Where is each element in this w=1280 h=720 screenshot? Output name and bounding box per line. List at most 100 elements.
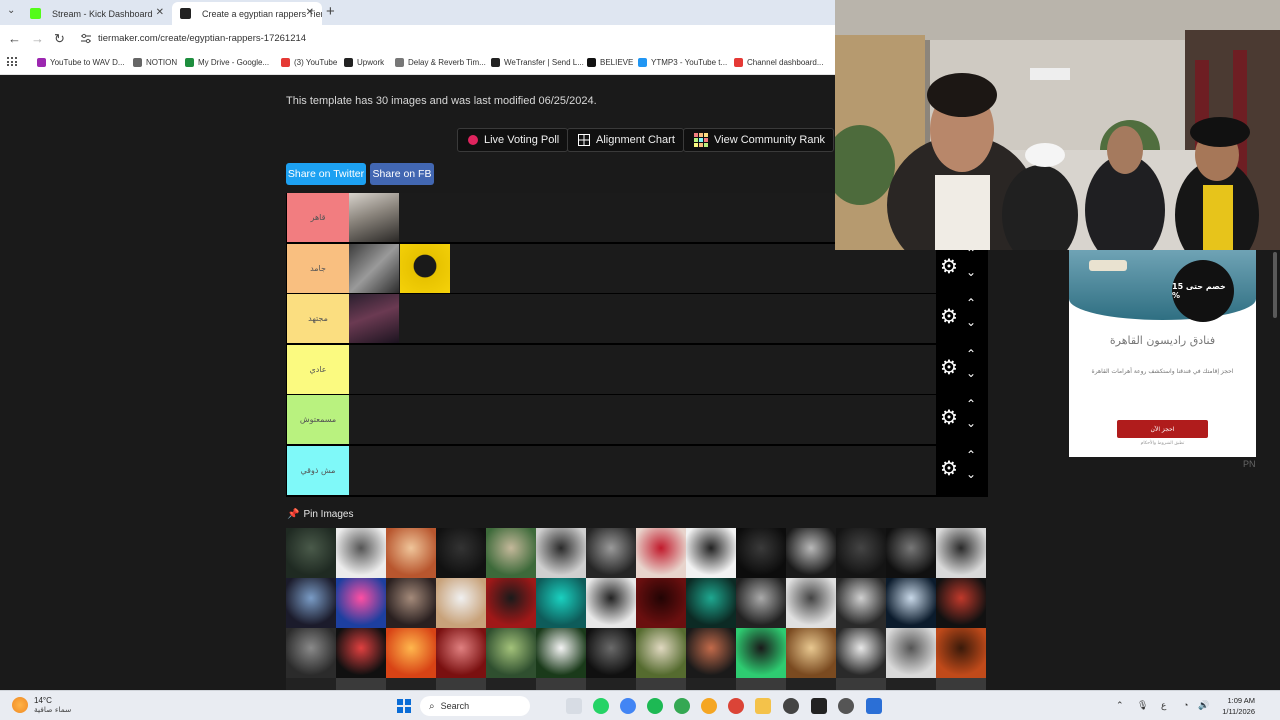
rapper-image[interactable] [586, 628, 636, 678]
rapper-image[interactable] [436, 578, 486, 628]
rapper-image[interactable] [336, 578, 386, 628]
rapper-image[interactable] [286, 528, 336, 578]
close-tab-icon[interactable]: ✕ [156, 7, 164, 18]
rapper-image[interactable] [836, 528, 886, 578]
rapper-image[interactable] [636, 628, 686, 678]
whatsapp-icon[interactable] [593, 698, 609, 714]
rapper-image[interactable] [336, 528, 386, 578]
app-icon[interactable] [866, 698, 882, 714]
rapper-image[interactable] [286, 678, 336, 690]
chevron-up-icon[interactable]: ⌃ [966, 449, 976, 461]
chevron-down-icon[interactable]: ⌄ [966, 316, 976, 328]
folder-icon[interactable] [755, 698, 771, 714]
start-button[interactable] [397, 699, 411, 713]
app-icon[interactable] [674, 698, 690, 714]
rapper-image[interactable] [436, 678, 486, 690]
clock[interactable]: 1:09 AM 1/11/2026 [1213, 695, 1255, 717]
bookmark-item[interactable]: WeTransfer | Send L... [491, 58, 584, 67]
chevron-up-icon[interactable]: ⌃ [966, 297, 976, 309]
tier-label[interactable]: مش ذوقي [287, 446, 349, 495]
close-tab-icon[interactable]: ✕ [306, 7, 314, 18]
gear-icon[interactable]: ⚙ [940, 257, 958, 277]
chevron-down-icon[interactable]: ⌄ [966, 266, 976, 278]
address-bar[interactable]: tiermaker.com/create/egyptian-rappers-17… [98, 33, 306, 44]
tier-items[interactable] [349, 294, 936, 343]
rapper-image[interactable] [336, 628, 386, 678]
tier-items[interactable] [349, 446, 936, 495]
rapper-image[interactable] [736, 528, 786, 578]
bookmark-item[interactable]: Delay & Reverb Tim... [395, 58, 486, 67]
bookmark-item[interactable]: NOTION [133, 58, 177, 67]
rapper-image[interactable] [400, 244, 450, 293]
share-fb-button[interactable]: Share on FB [370, 163, 434, 185]
volume-icon[interactable]: 🔊 [1198, 700, 1209, 711]
rapper-image[interactable] [836, 628, 886, 678]
reload-icon[interactable]: ↻ [54, 31, 65, 47]
bookmark-item[interactable]: Channel dashboard... [734, 58, 824, 67]
show-hidden-icons-icon[interactable]: ⌃ [1116, 700, 1124, 711]
hotel-ad[interactable]: خصم حتى 15 % فنادق راديسون القاهرة احجز … [1069, 250, 1256, 457]
rapper-image[interactable] [786, 678, 836, 690]
pin-images-header[interactable]: 📌 Pin Images [287, 509, 353, 520]
rapper-image[interactable] [349, 193, 399, 242]
microphone-icon[interactable]: 🎙 [1137, 700, 1148, 711]
rapper-image[interactable] [386, 578, 436, 628]
rapper-image[interactable] [886, 678, 936, 690]
apps-grid-icon[interactable] [7, 57, 17, 67]
file-app-icon[interactable] [566, 698, 582, 714]
tab-kick-dashboard[interactable]: Stream - Kick Dashboard ✕ [22, 2, 172, 25]
app-icon[interactable] [701, 698, 717, 714]
rapper-image[interactable] [486, 628, 536, 678]
rapper-image[interactable] [386, 678, 436, 690]
ad-book-button[interactable]: احجز الآن [1117, 420, 1208, 438]
rapper-image[interactable] [936, 578, 986, 628]
rapper-image[interactable] [786, 628, 836, 678]
bookmark-item[interactable]: YouTube to WAV D... [37, 58, 125, 67]
rapper-image[interactable] [736, 678, 786, 690]
rapper-image[interactable] [886, 578, 936, 628]
rapper-image[interactable] [386, 628, 436, 678]
rapper-image[interactable] [736, 628, 786, 678]
rapper-image[interactable] [336, 678, 386, 690]
rapper-image[interactable] [936, 528, 986, 578]
tier-label[interactable]: عادي [287, 345, 349, 394]
rapper-image[interactable] [486, 578, 536, 628]
tier-items[interactable] [349, 244, 936, 293]
rapper-image[interactable] [686, 578, 736, 628]
bookmark-item[interactable]: BELIEVE [587, 58, 633, 67]
rapper-image[interactable] [536, 628, 586, 678]
rapper-image[interactable] [536, 678, 586, 690]
site-settings-icon[interactable] [80, 33, 92, 44]
forward-icon[interactable]: → [31, 31, 44, 46]
rapper-image[interactable] [936, 678, 986, 690]
view-community-rank-button[interactable]: View Community Rank [683, 128, 835, 152]
chevron-up-icon[interactable]: ⌃ [966, 348, 976, 360]
rapper-image[interactable] [936, 628, 986, 678]
alignment-chart-button[interactable]: Alignment Chart [567, 128, 684, 152]
rapper-image[interactable] [686, 528, 736, 578]
spotify-icon[interactable] [647, 698, 663, 714]
chrome-profile-icon[interactable] [728, 698, 744, 714]
wifi-icon[interactable]: ◔ [1183, 700, 1188, 710]
rapper-image[interactable] [436, 528, 486, 578]
chevron-down-icon[interactable]: ⌄ [966, 468, 976, 480]
rapper-image[interactable] [636, 578, 686, 628]
taskbar-search[interactable]: ⌕ Search [420, 696, 530, 716]
rapper-image[interactable] [286, 628, 336, 678]
rapper-image[interactable] [786, 528, 836, 578]
live-voting-poll-button[interactable]: Live Voting Poll [457, 128, 569, 152]
rapper-image[interactable] [349, 244, 399, 293]
tier-items[interactable] [349, 395, 936, 444]
bookmark-item[interactable]: Upwork [344, 58, 384, 67]
tier-label[interactable]: مجتهد [287, 294, 349, 343]
tier-items[interactable] [349, 345, 936, 394]
tier-label[interactable]: مسمعتوش [287, 395, 349, 444]
rapper-image[interactable] [736, 578, 786, 628]
rapper-image[interactable] [486, 528, 536, 578]
rapper-image[interactable] [886, 628, 936, 678]
new-tab-button[interactable]: + [326, 3, 335, 20]
rapper-image[interactable] [836, 578, 886, 628]
rapper-image[interactable] [686, 678, 736, 690]
chrome-icon[interactable] [620, 698, 636, 714]
app-icon[interactable] [783, 698, 799, 714]
